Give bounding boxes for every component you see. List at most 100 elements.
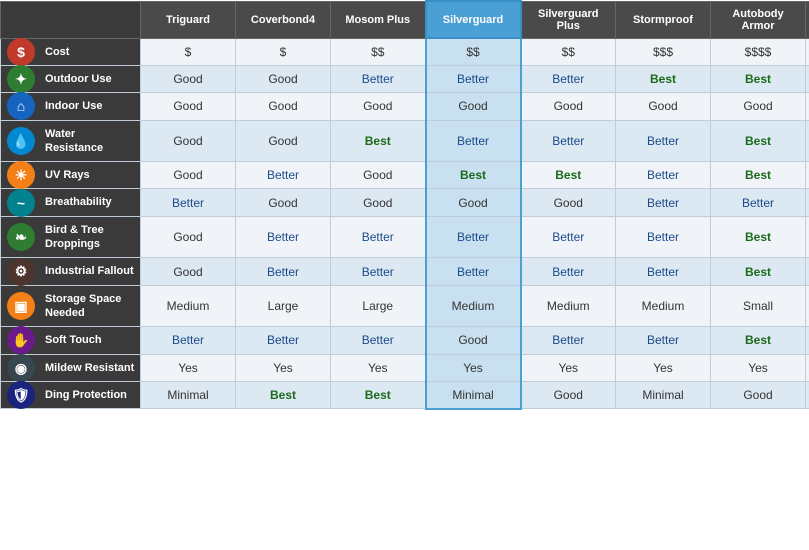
- cell-value: Better: [267, 333, 299, 347]
- data-cell: Best: [711, 66, 806, 93]
- data-cell: --: [806, 189, 809, 216]
- data-cell: $: [236, 38, 331, 66]
- data-cell: Best: [616, 66, 711, 93]
- data-cell: Good: [236, 66, 331, 93]
- data-cell: Small: [806, 285, 809, 327]
- cell-value: Best: [745, 168, 771, 182]
- feature-cell-11: 🛡Ding Protection: [1, 381, 141, 409]
- data-cell: --: [806, 66, 809, 93]
- cell-value: Better: [647, 265, 679, 279]
- cell-value: $$$: [653, 45, 673, 59]
- header-feature: [1, 1, 141, 38]
- cell-value: Good: [268, 134, 297, 148]
- cell-value: Better: [552, 265, 584, 279]
- data-cell: Best: [806, 93, 809, 120]
- data-cell: Minimal: [141, 381, 236, 409]
- data-cell: Better: [711, 189, 806, 216]
- data-cell: $$$: [616, 38, 711, 66]
- cell-value: Better: [647, 168, 679, 182]
- feature-label: UV Rays: [45, 169, 90, 181]
- cell-value: Better: [362, 265, 394, 279]
- data-cell: Best: [711, 258, 806, 285]
- data-cell: Good: [711, 93, 806, 120]
- data-cell: $: [141, 38, 236, 66]
- feature-cell-10: ◉Mildew Resistant: [1, 354, 141, 381]
- cell-value: Good: [173, 134, 202, 148]
- cell-value: Better: [742, 196, 774, 210]
- cell-value: Better: [552, 134, 584, 148]
- data-cell: Better: [426, 66, 521, 93]
- data-cell: Yes: [616, 354, 711, 381]
- data-cell: Good: [521, 189, 616, 216]
- data-cell: Good: [141, 66, 236, 93]
- data-cell: Good: [141, 258, 236, 285]
- data-cell: Better: [141, 189, 236, 216]
- cell-value: Best: [745, 72, 771, 86]
- data-cell: Better: [331, 258, 426, 285]
- feature-cell-5: ~ Breathability: [1, 189, 141, 216]
- data-cell: Best: [711, 327, 806, 354]
- feature-icon: ~: [7, 189, 35, 217]
- cell-value: Best: [745, 265, 771, 279]
- data-cell: Medium: [426, 285, 521, 327]
- feature-cell-6: ❧Bird & Tree Droppings: [1, 216, 141, 258]
- cell-value: Good: [363, 99, 392, 113]
- cell-value: Good: [648, 99, 677, 113]
- data-cell: Better: [426, 120, 521, 162]
- cell-value: Good: [554, 99, 583, 113]
- feature-icon: ✦: [7, 65, 35, 93]
- data-cell: Good: [521, 93, 616, 120]
- cell-value: Better: [552, 230, 584, 244]
- cell-value: Better: [267, 230, 299, 244]
- data-cell: Good: [521, 381, 616, 409]
- table-row: $Cost$$$$$$$$$$$$$$$$$$: [1, 38, 809, 66]
- data-cell: --: [806, 258, 809, 285]
- cell-value: Good: [173, 265, 202, 279]
- cell-value: Best: [365, 388, 391, 402]
- cell-value: Good: [458, 196, 487, 210]
- cell-value: Large: [268, 299, 299, 313]
- feature-icon: ❧: [7, 223, 35, 251]
- cell-value: Better: [552, 333, 584, 347]
- header-satin_stretch: Satin Stretch: [806, 1, 809, 38]
- cell-value: $$$$: [745, 45, 772, 59]
- cell-value: Minimal: [167, 388, 208, 402]
- data-cell: Yes: [236, 354, 331, 381]
- data-cell: Best: [806, 327, 809, 354]
- feature-label: Storage Space Needed: [45, 293, 121, 319]
- data-cell: Good: [331, 162, 426, 189]
- data-cell: Better: [521, 258, 616, 285]
- cell-value: Medium: [547, 299, 590, 313]
- data-cell: Best: [331, 381, 426, 409]
- data-cell: Good: [711, 381, 806, 409]
- cell-value: Small: [743, 299, 773, 313]
- feature-cell-8: ▣Storage Space Needed: [1, 285, 141, 327]
- cell-value: Best: [745, 134, 771, 148]
- data-cell: Best: [236, 381, 331, 409]
- feature-label: Outdoor Use: [45, 73, 112, 85]
- data-cell: Yes: [141, 354, 236, 381]
- feature-label: Industrial Fallout: [45, 265, 134, 277]
- data-cell: $$$: [806, 38, 809, 66]
- data-cell: --: [806, 162, 809, 189]
- feature-icon: ◉: [7, 354, 35, 382]
- cell-value: Better: [362, 72, 394, 86]
- data-cell: Better: [616, 216, 711, 258]
- table-row: ✋Soft TouchBetterBetterBetterGoodBetterB…: [1, 327, 809, 354]
- data-cell: Best: [521, 162, 616, 189]
- table-row: ❧Bird & Tree DroppingsGoodBetterBetterBe…: [1, 216, 809, 258]
- feature-label: Water Resistance: [45, 128, 103, 154]
- table-row: ~BreathabilityBetterGoodGoodGoodGoodBett…: [1, 189, 809, 216]
- data-cell: Better: [521, 66, 616, 93]
- feature-cell-2: ⌂Indoor Use: [1, 93, 141, 120]
- header-silverguard: Silverguard: [426, 1, 521, 38]
- cell-value: $: [185, 45, 192, 59]
- feature-label: Breathability: [45, 196, 112, 208]
- data-cell: Good: [141, 120, 236, 162]
- feature-cell-0: $Cost: [1, 38, 141, 66]
- cell-value: Minimal: [642, 388, 683, 402]
- cell-value: Good: [554, 196, 583, 210]
- comparison-table: TriguardCoverbond4Mosom PlusSilverguardS…: [0, 0, 809, 410]
- feature-icon: 🛡: [7, 381, 35, 409]
- table-row: 💧Water ResistanceGoodGoodBestBetterBette…: [1, 120, 809, 162]
